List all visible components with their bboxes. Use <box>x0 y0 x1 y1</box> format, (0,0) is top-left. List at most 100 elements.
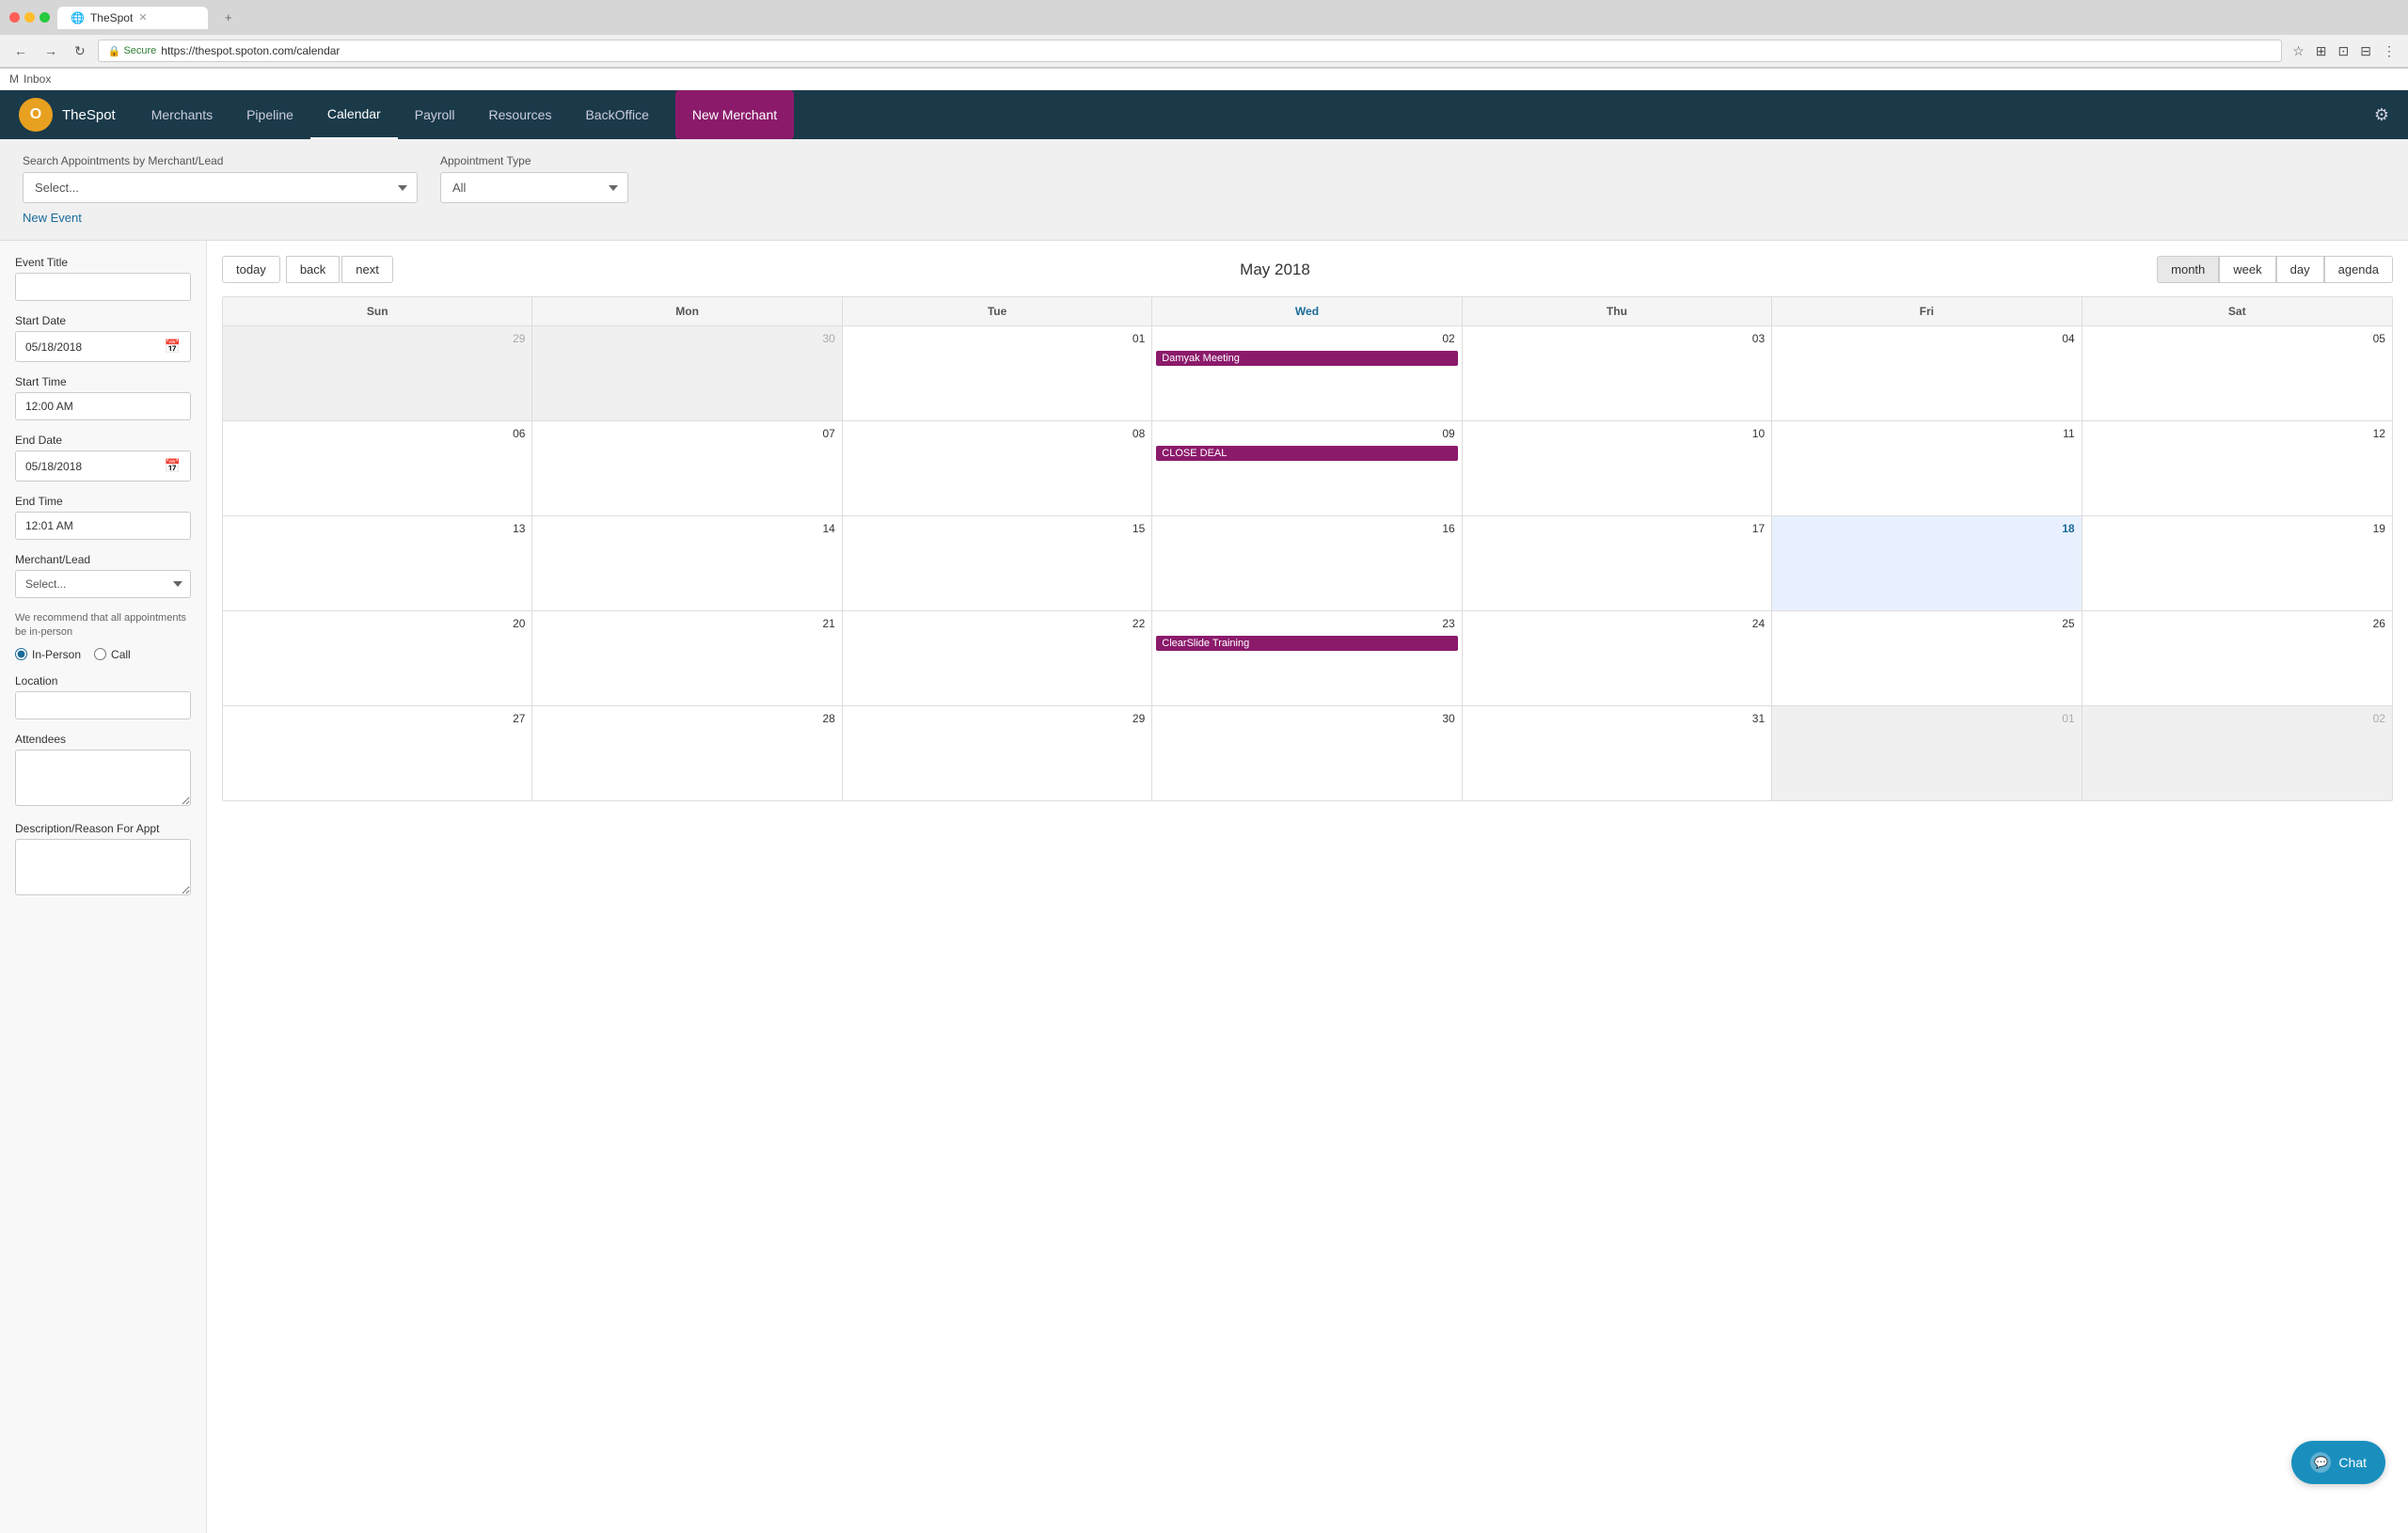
calendar-day-4-0[interactable]: 27 <box>223 706 532 800</box>
start-date-input[interactable]: 05/18/2018 📅 <box>15 331 191 362</box>
calendar-day-0-6[interactable]: 05 <box>2083 326 2392 420</box>
dot-yellow[interactable] <box>24 12 35 23</box>
calendar-day-3-1[interactable]: 21 <box>532 611 842 705</box>
nav-calendar[interactable]: Calendar <box>310 90 398 139</box>
calendar-day-4-6[interactable]: 02 <box>2083 706 2392 800</box>
end-date-input[interactable]: 05/18/2018 📅 <box>15 450 191 482</box>
calendar-day-3-6[interactable]: 26 <box>2083 611 2392 705</box>
month-view-button[interactable]: month <box>2157 256 2219 283</box>
forward-button[interactable]: → <box>40 40 62 61</box>
tab-close-icon[interactable]: ✕ <box>138 11 147 24</box>
calendar-event-1-3-0[interactable]: CLOSE DEAL <box>1156 446 1457 461</box>
appointment-type-label: Appointment Type <box>440 154 628 167</box>
calendar-day-3-5[interactable]: 25 <box>1772 611 2082 705</box>
calendar-day-4-1[interactable]: 28 <box>532 706 842 800</box>
calendar-day-2-2[interactable]: 15 <box>843 516 1152 610</box>
calendar-day-0-5[interactable]: 04 <box>1772 326 2082 420</box>
event-title-label: Event Title <box>15 256 191 269</box>
calendar-day-1-2[interactable]: 08 <box>843 421 1152 515</box>
menu-icon[interactable]: ⋮ <box>2380 40 2399 62</box>
day-number: 11 <box>1776 425 2077 442</box>
nav-backoffice[interactable]: BackOffice <box>568 90 665 139</box>
calendar-day-0-0[interactable]: 29 <box>223 326 532 420</box>
location-input[interactable] <box>15 691 191 719</box>
calendar-day-1-0[interactable]: 06 <box>223 421 532 515</box>
next-nav-button[interactable]: next <box>341 256 393 283</box>
day-number: 29 <box>227 330 528 347</box>
start-time-input[interactable] <box>15 392 191 420</box>
calendar-day-1-1[interactable]: 07 <box>532 421 842 515</box>
calendar-day-4-3[interactable]: 30 <box>1152 706 1462 800</box>
lock-icon: 🔒 <box>108 45 121 57</box>
nav-new-merchant[interactable]: New Merchant <box>675 90 794 139</box>
calendar-title: May 2018 <box>393 261 2157 279</box>
nav-payroll[interactable]: Payroll <box>398 90 472 139</box>
merchant-filter-group: Search Appointments by Merchant/Lead Sel… <box>23 154 418 203</box>
in-person-radio[interactable] <box>15 648 27 660</box>
settings-icon[interactable]: ⚙ <box>2374 105 2389 125</box>
extension-icon2[interactable]: ⊡ <box>2336 40 2353 62</box>
dot-green[interactable] <box>40 12 50 23</box>
nav-resources[interactable]: Resources <box>472 90 569 139</box>
call-radio-label[interactable]: Call <box>94 648 131 661</box>
calendar-day-4-2[interactable]: 29 <box>843 706 1152 800</box>
calendar-day-2-6[interactable]: 19 <box>2083 516 2392 610</box>
nav-pipeline[interactable]: Pipeline <box>230 90 310 139</box>
today-button[interactable]: today <box>222 256 280 283</box>
star-icon[interactable]: ☆ <box>2289 40 2307 62</box>
chat-button[interactable]: 💬 Chat <box>2291 1441 2385 1484</box>
week-view-button[interactable]: week <box>2219 256 2275 283</box>
calendar-event-3-3-0[interactable]: ClearSlide Training <box>1156 636 1457 651</box>
new-event-link[interactable]: New Event <box>23 211 82 225</box>
calendar-day-2-4[interactable]: 17 <box>1463 516 1772 610</box>
back-button[interactable]: ← <box>9 40 32 61</box>
day-number: 25 <box>1776 615 2077 632</box>
merchant-lead-label: Merchant/Lead <box>15 553 191 566</box>
calendar-event-0-3-0[interactable]: Damyak Meeting <box>1156 351 1457 366</box>
calendar-day-1-5[interactable]: 11 <box>1772 421 2082 515</box>
refresh-button[interactable]: ↻ <box>70 40 90 62</box>
calendar-day-3-4[interactable]: 24 <box>1463 611 1772 705</box>
extension-icon1[interactable]: ⊞ <box>2313 40 2330 62</box>
calendar-day-2-3[interactable]: 16 <box>1152 516 1462 610</box>
attendees-input[interactable] <box>15 750 191 806</box>
merchant-lead-select[interactable]: Select... <box>15 570 191 598</box>
calendar-day-1-6[interactable]: 12 <box>2083 421 2392 515</box>
app-nav: O TheSpot Merchants Pipeline Calendar Pa… <box>0 90 2408 139</box>
call-radio[interactable] <box>94 648 106 660</box>
calendar-day-4-4[interactable]: 31 <box>1463 706 1772 800</box>
calendar-day-2-1[interactable]: 14 <box>532 516 842 610</box>
calendar-day-1-3[interactable]: 09CLOSE DEAL <box>1152 421 1462 515</box>
dot-red[interactable] <box>9 12 20 23</box>
agenda-view-button[interactable]: agenda <box>2324 256 2393 283</box>
nav-merchants[interactable]: Merchants <box>135 90 230 139</box>
calendar-day-0-1[interactable]: 30 <box>532 326 842 420</box>
extension-icon3[interactable]: ⊟ <box>2357 40 2374 62</box>
calendar-day-2-0[interactable]: 13 <box>223 516 532 610</box>
calendar-day-0-2[interactable]: 01 <box>843 326 1152 420</box>
calendar-area: today back next May 2018 month week day … <box>207 241 2408 1533</box>
calendar-day-2-5[interactable]: 18 <box>1772 516 2082 610</box>
calendar-day-3-2[interactable]: 22 <box>843 611 1152 705</box>
merchant-filter-select[interactable]: Select... <box>23 172 418 203</box>
end-time-input[interactable] <box>15 512 191 540</box>
address-bar[interactable]: 🔒 Secure https://thespot.spoton.com/cale… <box>98 40 2283 62</box>
in-person-radio-label[interactable]: In-Person <box>15 648 81 661</box>
calendar-day-3-0[interactable]: 20 <box>223 611 532 705</box>
day-number: 19 <box>2086 520 2388 537</box>
back-nav-button[interactable]: back <box>286 256 340 283</box>
calendar-day-0-4[interactable]: 03 <box>1463 326 1772 420</box>
calendar-day-4-5[interactable]: 01 <box>1772 706 2082 800</box>
description-input[interactable] <box>15 839 191 895</box>
browser-tab[interactable]: 🌐 TheSpot ✕ <box>57 7 208 29</box>
main-container: Search Appointments by Merchant/Lead Sel… <box>0 139 2408 1533</box>
calendar-day-3-3[interactable]: 23ClearSlide Training <box>1152 611 1462 705</box>
event-title-input[interactable] <box>15 273 191 301</box>
header-mon: Mon <box>532 297 842 325</box>
appointment-type-select[interactable]: All <box>440 172 628 203</box>
day-view-button[interactable]: day <box>2276 256 2324 283</box>
new-tab-button[interactable]: + <box>215 6 242 29</box>
day-number: 30 <box>536 330 837 347</box>
calendar-day-1-4[interactable]: 10 <box>1463 421 1772 515</box>
calendar-day-0-3[interactable]: 02Damyak Meeting <box>1152 326 1462 420</box>
